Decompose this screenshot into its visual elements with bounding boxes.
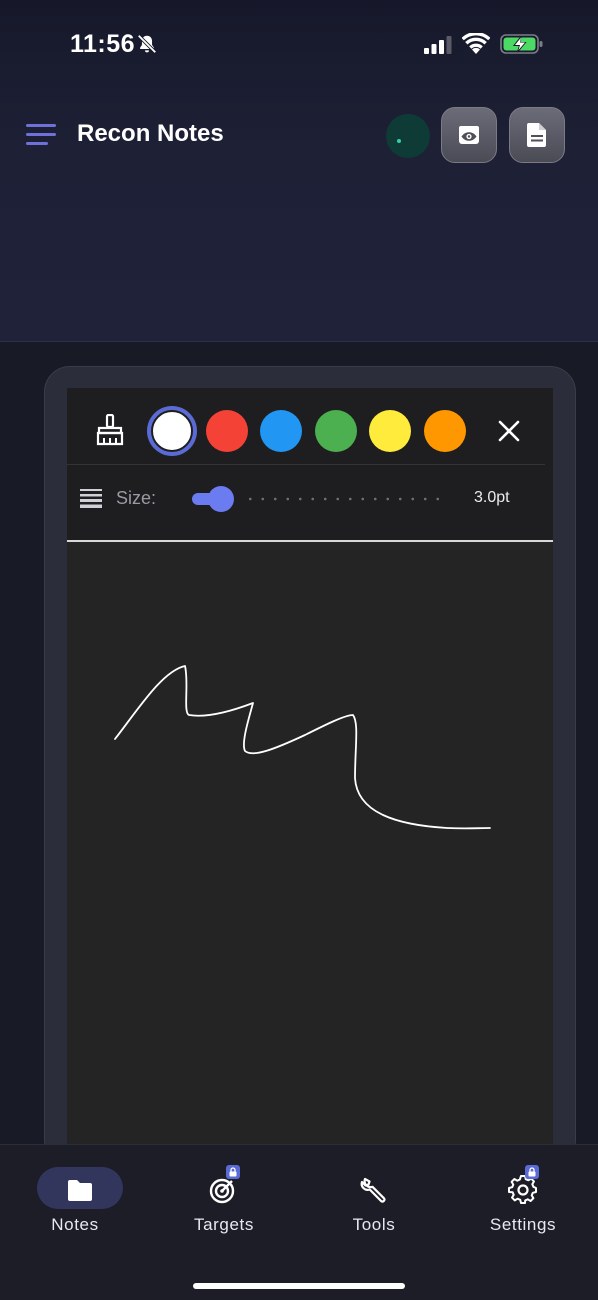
document-icon — [527, 123, 546, 147]
color-swatch-green[interactable] — [314, 410, 357, 452]
gear-icon — [508, 1175, 537, 1204]
page-title: Recon Notes — [77, 120, 224, 147]
wifi-icon — [462, 33, 490, 54]
bell-off-icon — [137, 34, 157, 54]
battery-charging-icon — [500, 34, 543, 54]
tab-label-tools: Tools — [352, 1215, 396, 1234]
sync-indicator — [386, 114, 430, 158]
document-button[interactable] — [509, 107, 565, 163]
close-icon[interactable] — [497, 419, 521, 443]
color-swatch-red[interactable] — [205, 410, 248, 452]
drawing-area[interactable] — [67, 543, 553, 1145]
signal-icon — [424, 36, 452, 54]
target-icon — [209, 1178, 235, 1204]
status-time: 11:56 — [70, 30, 136, 58]
size-value: 3.0pt — [474, 489, 510, 506]
lock-badge-icon — [226, 1165, 240, 1179]
drawing-toolbar: Size: 3.0pt — [67, 388, 553, 542]
menu-icon[interactable] — [26, 122, 56, 148]
folder-icon — [68, 1180, 92, 1201]
home-indicator[interactable] — [193, 1283, 405, 1289]
lock-badge-icon — [525, 1165, 539, 1179]
eye-icon — [459, 126, 479, 144]
status-bar: 11:56 — [0, 0, 598, 88]
preview-button[interactable] — [441, 107, 497, 163]
size-slider[interactable] — [192, 484, 452, 514]
color-swatch-blue[interactable] — [260, 410, 302, 452]
tab-targets[interactable]: Targets — [154, 1163, 294, 1243]
line-weight-icon — [80, 489, 102, 508]
ink-stroke — [114, 665, 491, 830]
brush-icon[interactable] — [95, 414, 125, 446]
tab-label-notes: Notes — [51, 1215, 99, 1234]
tab-notes[interactable]: Notes — [5, 1163, 145, 1243]
toolbar-divider — [67, 464, 545, 465]
color-swatch-orange[interactable] — [423, 410, 466, 452]
tab-bar: Notes Targets Tools Settings — [0, 1144, 598, 1300]
tab-label-settings: Settings — [489, 1215, 557, 1234]
slider-thumb[interactable] — [208, 486, 234, 512]
tab-tools[interactable]: Tools — [304, 1163, 444, 1243]
wrench-icon — [360, 1177, 386, 1203]
slider-track — [244, 497, 444, 501]
color-swatch-white[interactable] — [151, 410, 193, 452]
tab-label-targets: Targets — [194, 1215, 254, 1234]
color-swatch-yellow[interactable] — [369, 410, 411, 452]
size-label: Size: — [116, 488, 157, 508]
tab-settings[interactable]: Settings — [453, 1163, 593, 1243]
sync-dot — [397, 139, 401, 143]
